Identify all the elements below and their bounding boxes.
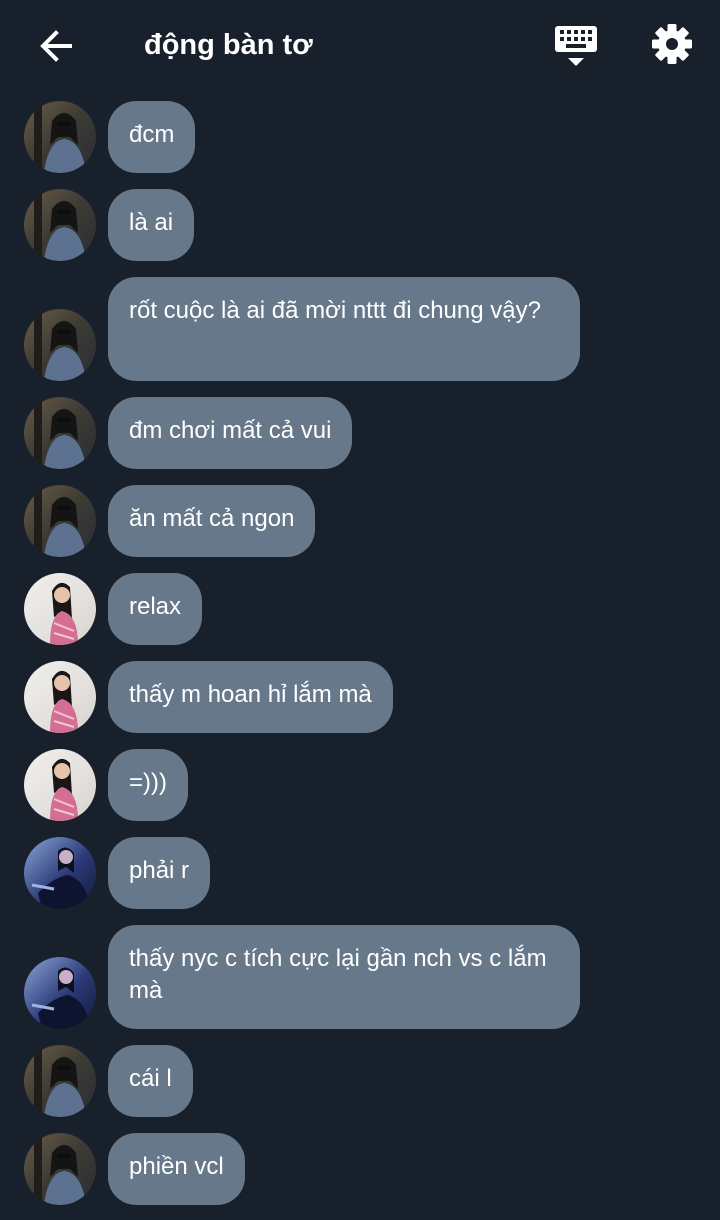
message-bubble[interactable]: đcm bbox=[108, 101, 196, 173]
message-list: đcm là ai rốt cuộc là ai đã mời nttt đi … bbox=[0, 0, 720, 1220]
message-row: rốt cuộc là ai đã mời nttt đi chung vậy? bbox=[0, 277, 720, 381]
avatar[interactable] bbox=[24, 749, 96, 821]
message-row: là ai bbox=[0, 189, 720, 261]
message-bubble[interactable]: relax bbox=[108, 573, 203, 645]
message-row: cái l bbox=[0, 1045, 720, 1117]
avatar[interactable] bbox=[24, 101, 96, 173]
message-bubble[interactable]: là ai bbox=[108, 189, 195, 261]
message-bubble[interactable]: đm chơi mất cả vui bbox=[108, 397, 353, 469]
avatar-a-image bbox=[24, 1045, 96, 1117]
message-row: =))) bbox=[0, 749, 720, 821]
avatar[interactable] bbox=[24, 189, 96, 261]
message-bubble[interactable]: phiền vcl bbox=[108, 1133, 245, 1205]
message-row: phải r bbox=[0, 837, 720, 909]
avatar-c-image bbox=[24, 837, 96, 909]
avatar[interactable] bbox=[24, 1045, 96, 1117]
avatar[interactable] bbox=[24, 573, 96, 645]
message-bubble[interactable]: phải r bbox=[108, 837, 211, 909]
avatar[interactable] bbox=[24, 1133, 96, 1205]
avatar-a-image bbox=[24, 309, 96, 381]
message-bubble[interactable]: thấy nyc c tích cực lại gần nch vs c lắm… bbox=[108, 925, 580, 1029]
avatar-a-image bbox=[24, 485, 96, 557]
avatar[interactable] bbox=[24, 397, 96, 469]
message-row: ăn mất cả ngon bbox=[0, 485, 720, 557]
avatar[interactable] bbox=[24, 957, 96, 1029]
avatar-b-image bbox=[24, 749, 96, 821]
avatar[interactable] bbox=[24, 309, 96, 381]
message-bubble[interactable]: rốt cuộc là ai đã mời nttt đi chung vậy? bbox=[108, 277, 580, 381]
avatar-c-image bbox=[24, 957, 96, 1029]
avatar-a-image bbox=[24, 101, 96, 173]
avatar[interactable] bbox=[24, 837, 96, 909]
message-bubble[interactable]: thấy m hoan hỉ lắm mà bbox=[108, 661, 393, 733]
message-row: phiền vcl bbox=[0, 1133, 720, 1205]
avatar[interactable] bbox=[24, 485, 96, 557]
message-row: thấy nyc c tích cực lại gần nch vs c lắm… bbox=[0, 925, 720, 1029]
avatar-a-image bbox=[24, 189, 96, 261]
avatar[interactable] bbox=[24, 661, 96, 733]
avatar-b-image bbox=[24, 661, 96, 733]
message-row: thấy m hoan hỉ lắm mà bbox=[0, 661, 720, 733]
message-bubble[interactable]: cái l bbox=[108, 1045, 193, 1117]
message-row: relax bbox=[0, 573, 720, 645]
message-row: đm chơi mất cả vui bbox=[0, 397, 720, 469]
message-row: đcm bbox=[0, 101, 720, 173]
avatar-b-image bbox=[24, 573, 96, 645]
avatar-a-image bbox=[24, 1133, 96, 1205]
message-bubble[interactable]: =))) bbox=[108, 749, 188, 821]
message-bubble[interactable]: ăn mất cả ngon bbox=[108, 485, 316, 557]
avatar-a-image bbox=[24, 397, 96, 469]
